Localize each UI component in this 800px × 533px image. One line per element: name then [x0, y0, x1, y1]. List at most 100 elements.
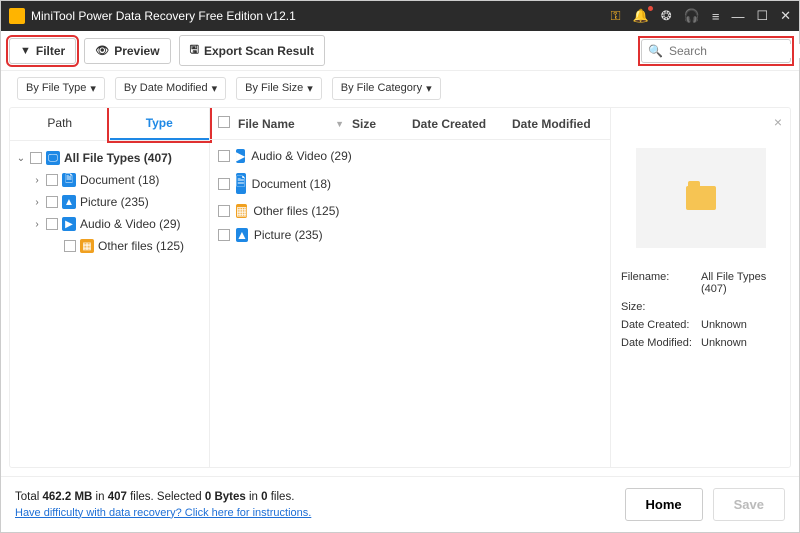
footer-left: Total 462.2 MB in 407 files. Selected 0 …: [15, 491, 311, 519]
tree-item-audiovideo[interactable]: › ▶ Audio & Video (29): [14, 213, 205, 235]
search-input-container[interactable]: 🔍: [641, 39, 791, 63]
preview-label: Preview: [114, 44, 159, 58]
chevron-down-icon: ▾: [426, 82, 432, 95]
picture-icon: ▲: [62, 195, 76, 209]
caret-down-icon: ⌄: [16, 153, 26, 164]
footer-actions: Home Save: [625, 488, 786, 521]
size-key: Size:: [621, 301, 701, 313]
checkbox[interactable]: [218, 205, 230, 217]
window-title: MiniTool Power Data Recovery Free Editio…: [31, 9, 611, 23]
footer: Total 462.2 MB in 407 files. Selected 0 …: [1, 476, 799, 532]
col-size[interactable]: Size: [352, 117, 412, 131]
filename-key: Filename:: [621, 271, 701, 295]
checkbox[interactable]: [218, 150, 230, 162]
close-icon[interactable]: ✕: [780, 8, 791, 24]
eye-icon: 👁: [95, 44, 109, 57]
list-item[interactable]: ▲ Picture (235): [218, 223, 602, 247]
maximize-icon[interactable]: ☐: [756, 8, 768, 24]
filter-label: Filter: [36, 44, 65, 58]
dd-file-type[interactable]: By File Type▾: [17, 77, 105, 100]
tree-item-label: Document (18): [80, 173, 159, 187]
filename-value: All File Types (407): [701, 271, 780, 295]
globe-icon[interactable]: ❂: [661, 8, 672, 24]
chevron-down-icon: ▾: [307, 82, 313, 95]
col-date-created[interactable]: Date Created: [412, 117, 512, 131]
checkbox[interactable]: [46, 174, 58, 186]
filter-bar: By File Type▾ By Date Modified▾ By File …: [1, 71, 799, 105]
caret-right-icon: ›: [32, 219, 42, 230]
modified-value: Unknown: [701, 337, 780, 349]
picture-icon: ▲: [236, 228, 248, 242]
type-tree: ⌄ 🖵 All File Types (407) › 🗎 Document (1…: [10, 141, 209, 263]
bell-icon[interactable]: 🔔: [633, 8, 649, 24]
left-pane: Path Type ⌄ 🖵 All File Types (407) › 🗎 D…: [10, 108, 210, 467]
chevron-down-icon: ▾: [90, 82, 96, 95]
checkbox-all[interactable]: [218, 116, 230, 128]
checkbox[interactable]: [218, 229, 230, 241]
preview-thumbnail: [636, 148, 766, 248]
save-button[interactable]: Save: [713, 488, 785, 521]
document-icon: 🗎: [236, 173, 246, 194]
titlebar-controls: ⚿ 🔔 ❂ 🎧 ≡ — ☐ ✕: [611, 8, 791, 24]
col-date-modified[interactable]: Date Modified: [512, 117, 602, 131]
tree-root-label: All File Types (407): [64, 151, 172, 165]
file-label: Picture (235): [254, 228, 323, 242]
tree-item-label: Other files (125): [98, 239, 184, 253]
caret-right-icon: ›: [32, 175, 42, 186]
tree-item-other[interactable]: ▦ Other files (125): [14, 235, 205, 257]
left-tabs: Path Type: [10, 108, 209, 141]
list-item[interactable]: ▦ Other files (125): [218, 199, 602, 223]
list-item[interactable]: 🗎 Document (18): [218, 168, 602, 199]
minimize-icon[interactable]: —: [731, 9, 744, 24]
play-icon: ▶: [236, 149, 245, 163]
col-filename[interactable]: File Name: [238, 117, 295, 131]
dd-file-size[interactable]: By File Size▾: [236, 77, 322, 100]
checkbox[interactable]: [46, 196, 58, 208]
funnel-icon: ▼: [20, 45, 31, 57]
tree-item-document[interactable]: › 🗎 Document (18): [14, 169, 205, 191]
folder-icon: ▦: [80, 239, 94, 253]
home-button[interactable]: Home: [625, 488, 703, 521]
checkbox[interactable]: [64, 240, 76, 252]
tree-root[interactable]: ⌄ 🖵 All File Types (407): [14, 147, 205, 169]
checkbox[interactable]: [46, 218, 58, 230]
search-icon: 🔍: [648, 44, 663, 58]
folder-icon: ▦: [236, 204, 247, 218]
center-pane: File Name▼ Size Date Created Date Modifi…: [210, 108, 610, 467]
monitor-icon: 🖵: [46, 151, 60, 165]
tree-item-label: Audio & Video (29): [80, 217, 181, 231]
created-value: Unknown: [701, 319, 780, 331]
list-item[interactable]: ▶ Audio & Video (29): [218, 144, 602, 168]
tree-item-label: Picture (235): [80, 195, 149, 209]
export-icon: 🖫: [190, 41, 199, 60]
help-link[interactable]: Have difficulty with data recovery? Clic…: [15, 507, 311, 519]
headset-icon[interactable]: 🎧: [684, 8, 700, 24]
key-icon[interactable]: ⚿: [611, 8, 621, 24]
tab-path[interactable]: Path: [10, 108, 110, 140]
checkbox[interactable]: [30, 152, 42, 164]
tab-type[interactable]: Type: [110, 108, 210, 140]
chevron-down-icon: ▾: [212, 82, 218, 95]
app-window: MiniTool Power Data Recovery Free Editio…: [0, 0, 800, 533]
main-area: Path Type ⌄ 🖵 All File Types (407) › 🗎 D…: [9, 107, 791, 468]
menu-icon[interactable]: ≡: [712, 9, 720, 24]
tree-item-picture[interactable]: › ▲ Picture (235): [14, 191, 205, 213]
filter-button[interactable]: ▼ Filter: [9, 38, 76, 64]
preview-button[interactable]: 👁 Preview: [84, 38, 170, 64]
footer-stats: Total 462.2 MB in 407 files. Selected 0 …: [15, 491, 311, 503]
dd-file-category[interactable]: By File Category▾: [332, 77, 441, 100]
size-value: [701, 301, 780, 313]
details-pane: × Filename:All File Types (407) Size: Da…: [610, 108, 790, 467]
caret-right-icon: ›: [32, 197, 42, 208]
list-header: File Name▼ Size Date Created Date Modifi…: [210, 108, 610, 140]
checkbox[interactable]: [218, 178, 230, 190]
file-label: Document (18): [252, 177, 331, 191]
dd-date-modified[interactable]: By Date Modified▾: [115, 77, 226, 100]
app-logo-icon: [9, 8, 25, 24]
export-button[interactable]: 🖫 Export Scan Result: [179, 35, 325, 66]
search-input[interactable]: [669, 44, 800, 58]
folder-icon: [686, 186, 716, 210]
file-label: Other files (125): [253, 204, 339, 218]
titlebar: MiniTool Power Data Recovery Free Editio…: [1, 1, 799, 31]
close-details-icon[interactable]: ×: [774, 114, 782, 130]
